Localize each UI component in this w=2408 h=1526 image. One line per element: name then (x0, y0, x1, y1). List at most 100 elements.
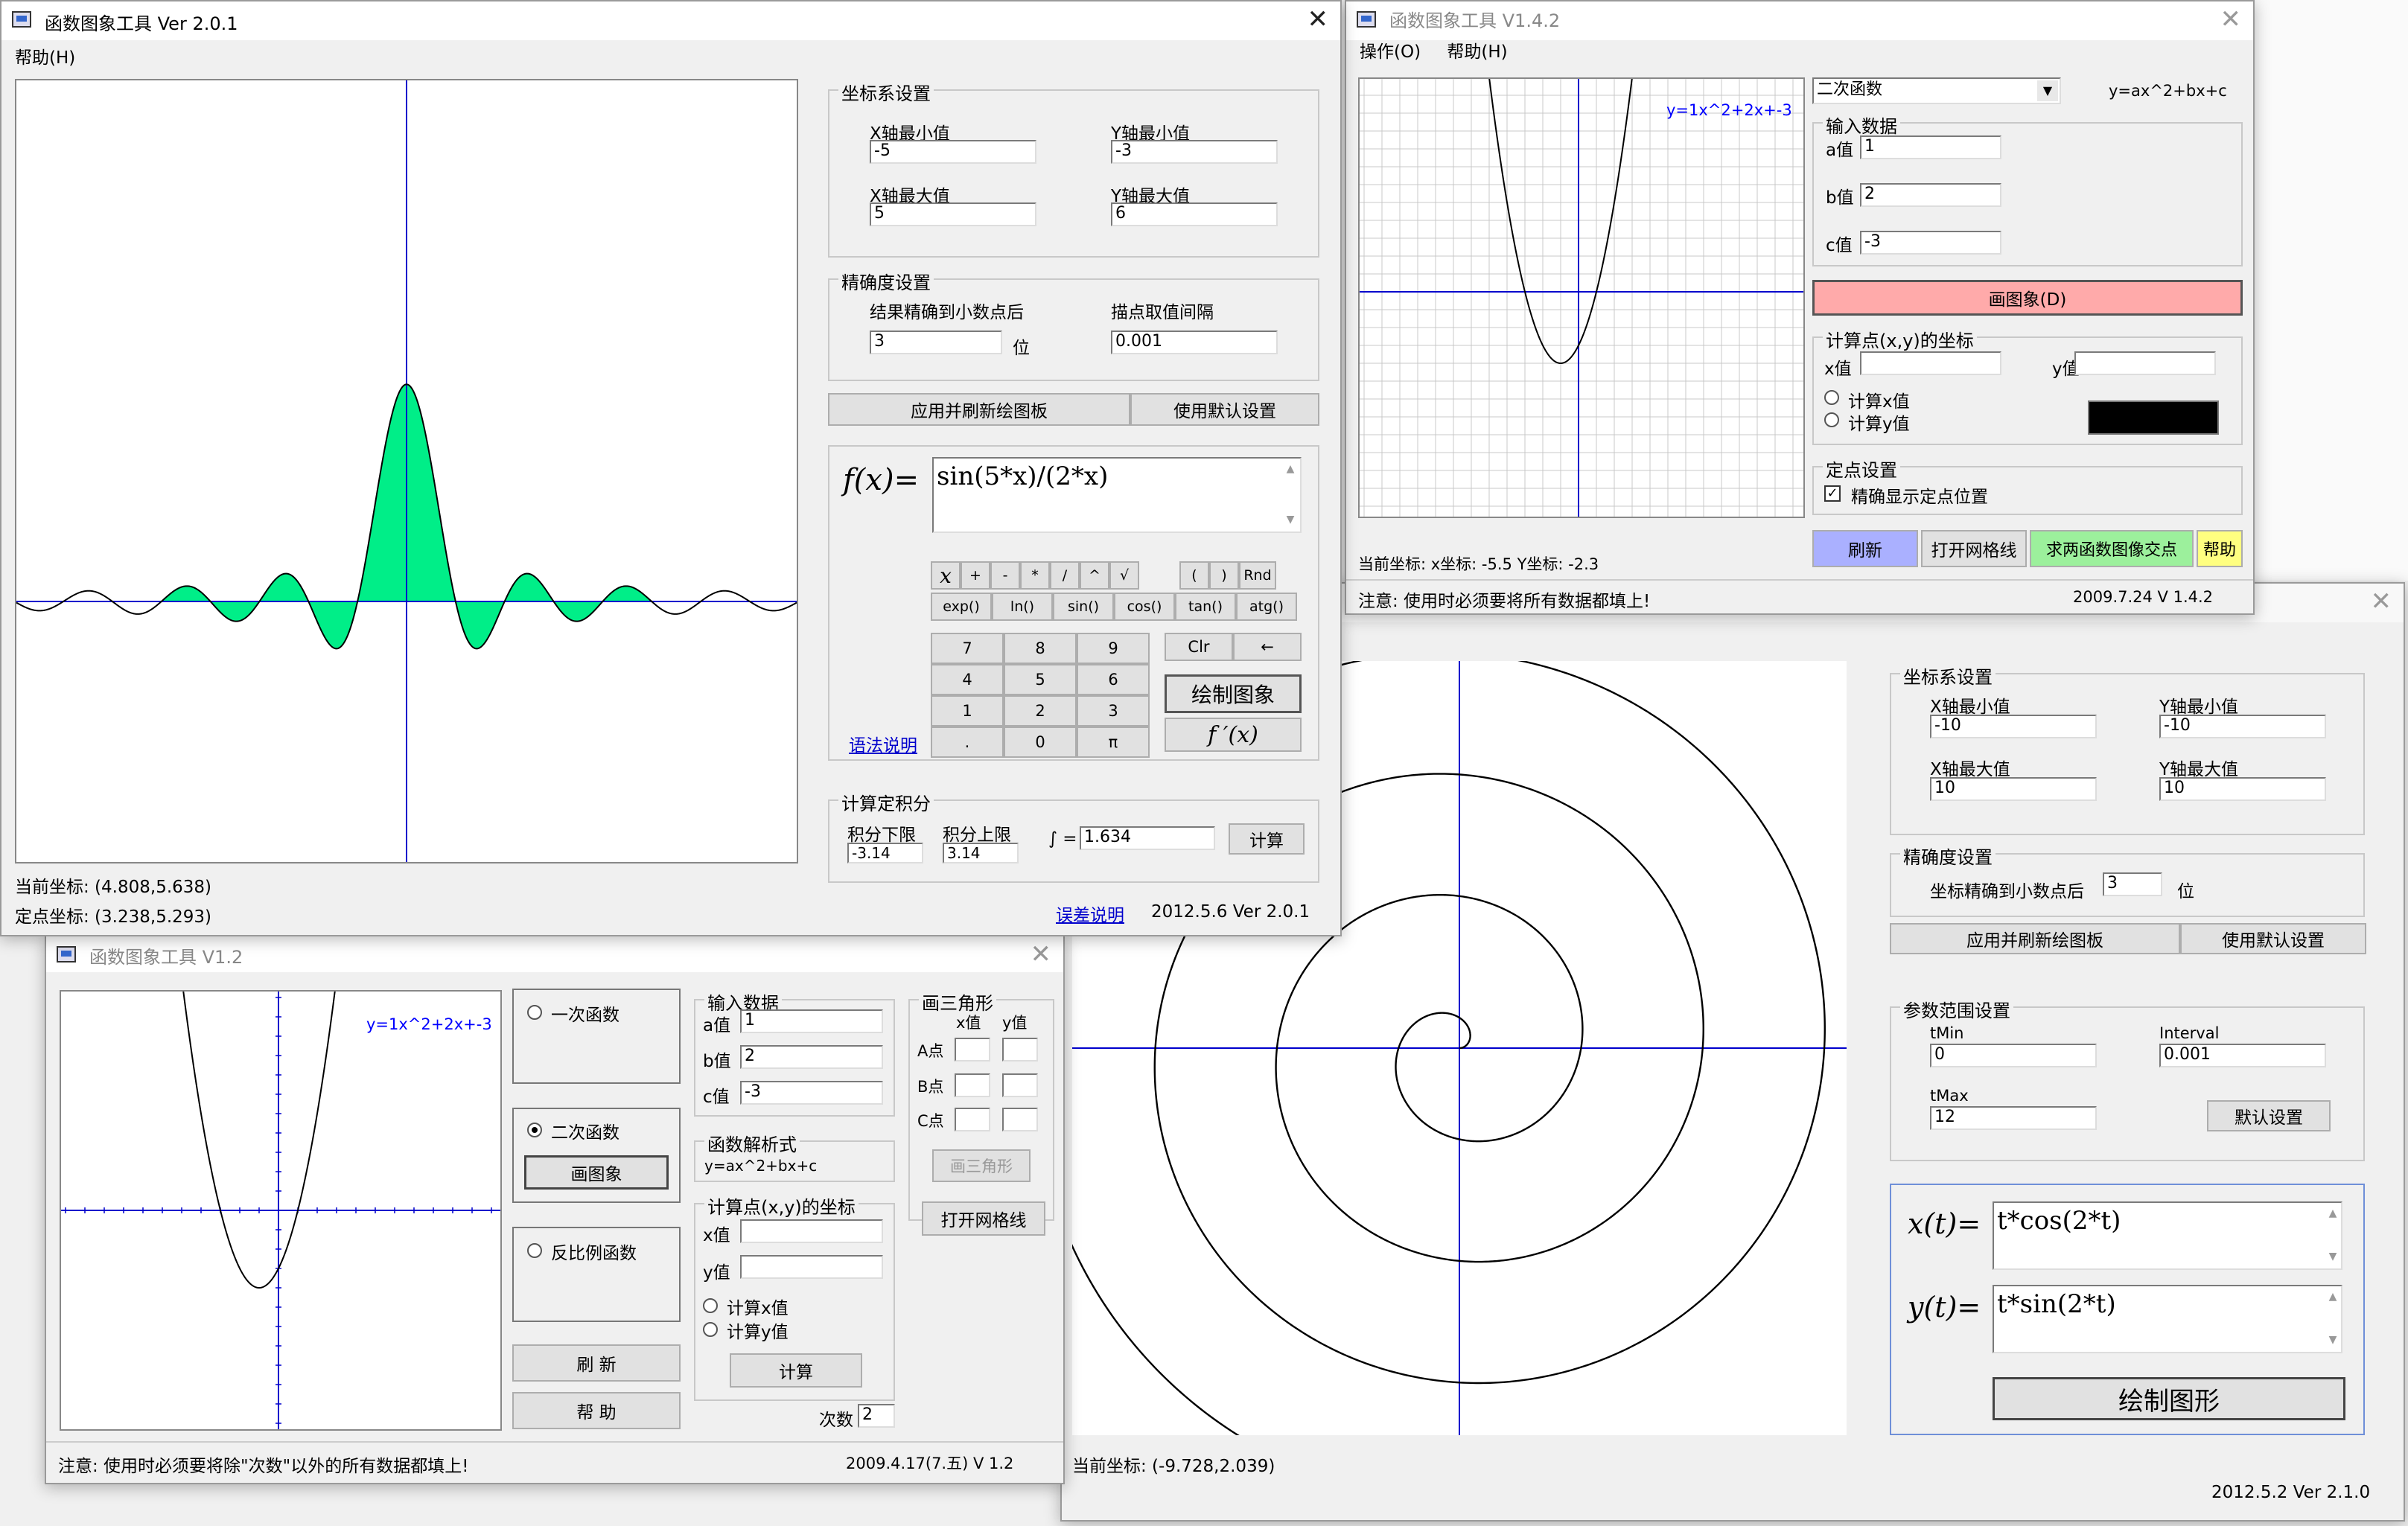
point-c-y-input[interactable] (1002, 1108, 1038, 1131)
tmax-input[interactable]: 12 (1930, 1106, 2097, 1130)
num-key-1[interactable]: 8 (1004, 633, 1077, 664)
lower-limit-input[interactable]: -3.14 (847, 843, 923, 863)
b-input[interactable]: 2 (740, 1045, 883, 1069)
use-default-button[interactable]: 使用默认设置 (1130, 393, 1319, 426)
num-key-9[interactable]: . (931, 727, 1004, 758)
intersect-button[interactable]: 求两函数图像交点 (2030, 530, 2194, 567)
apply-refresh-button[interactable]: 应用并刷新绘图板 (1890, 923, 2180, 954)
key-1[interactable]: + (961, 561, 990, 590)
refresh-button[interactable]: 刷 新 (512, 1344, 681, 1382)
calc-x-radio[interactable] (703, 1298, 718, 1313)
close-icon[interactable]: ✕ (1307, 4, 1329, 34)
close-icon[interactable]: ✕ (2220, 4, 2242, 34)
param-default-button[interactable]: 默认设置 (2207, 1100, 2331, 1131)
calc-y-radio[interactable] (703, 1322, 718, 1337)
draw-graph-button[interactable]: 画图象 (524, 1155, 669, 1190)
graph-area[interactable]: y=1x^2+2x+-3 (45, 977, 512, 1443)
scroll-up-icon[interactable]: ▲ (2325, 1207, 2341, 1219)
graph-area[interactable] (15, 79, 798, 863)
func-key-3[interactable]: cos() (1114, 593, 1175, 621)
func-key-4[interactable]: tan() (1175, 593, 1236, 621)
calculate-button[interactable]: 计算 (730, 1353, 862, 1388)
chevron-down-icon[interactable]: ▼ (2037, 80, 2058, 101)
c-input[interactable]: -3 (740, 1081, 883, 1105)
fx-input[interactable]: sin(5*x)/(2*x) (932, 457, 1302, 533)
precise-checkbox[interactable]: ✓ (1824, 485, 1841, 502)
xt-input[interactable]: t*cos(2*t) (1993, 1201, 2342, 1270)
key-8[interactable]: ) (1209, 561, 1239, 590)
num-key-4[interactable]: 5 (1004, 664, 1077, 695)
close-icon[interactable]: ✕ (1031, 939, 1052, 969)
y-input[interactable] (740, 1255, 883, 1279)
key-3[interactable]: * (1020, 561, 1050, 590)
num-key-6[interactable]: 1 (931, 695, 1004, 727)
y-input[interactable] (2074, 351, 2216, 375)
error-link[interactable]: 误差说明 (1056, 901, 1124, 926)
y-min-input[interactable]: -3 (1111, 140, 1278, 164)
x-input[interactable] (740, 1219, 883, 1243)
key-6[interactable]: √ (1109, 561, 1139, 590)
color-swatch[interactable] (2088, 400, 2219, 435)
linear-radio[interactable] (527, 1005, 542, 1020)
scroll-up-icon[interactable]: ▲ (2325, 1291, 2341, 1303)
num-key-2[interactable]: 9 (1077, 633, 1150, 664)
help-button[interactable]: 帮 助 (512, 1392, 681, 1429)
open-grid-button[interactable]: 打开网格线 (1921, 530, 2027, 567)
key-2[interactable]: - (990, 561, 1020, 590)
point-b-x-input[interactable] (955, 1073, 990, 1097)
draw-graph-button[interactable]: 绘制图象 (1165, 674, 1302, 713)
draw-graph-button[interactable]: 画图象(D) (1812, 280, 2243, 316)
help-button[interactable]: 帮助 (2197, 530, 2243, 567)
derivative-button[interactable]: f ′(x) (1165, 718, 1302, 752)
point-b-y-input[interactable] (1002, 1073, 1038, 1097)
x-input[interactable] (1860, 351, 2001, 375)
scroll-down-icon[interactable]: ▼ (2325, 1334, 2341, 1346)
backspace-key[interactable]: ← (1233, 633, 1302, 661)
calc-y-radio[interactable] (1824, 412, 1839, 427)
num-key-0[interactable]: 7 (931, 633, 1004, 664)
use-default-button[interactable]: 使用默认设置 (2180, 923, 2366, 954)
calculate-button[interactable]: 计算 (1229, 823, 1305, 855)
result-precision-input[interactable]: 3 (870, 331, 1002, 354)
point-a-y-input[interactable] (1002, 1038, 1038, 1062)
func-key-2[interactable]: sin() (1053, 593, 1114, 621)
interval-input[interactable]: 0.001 (2159, 1044, 2326, 1067)
scroll-down-icon[interactable]: ▼ (1282, 514, 1299, 526)
open-grid-button[interactable]: 打开网格线 (922, 1201, 1045, 1236)
key-0[interactable]: x (931, 561, 961, 590)
num-key-5[interactable]: 6 (1077, 664, 1150, 695)
y-max-input[interactable]: 6 (1111, 202, 1278, 226)
precision-input[interactable]: 3 (2103, 872, 2162, 896)
key-9[interactable]: Rnd (1239, 561, 1276, 590)
b-input[interactable]: 2 (1860, 183, 2001, 207)
num-key-8[interactable]: 3 (1077, 695, 1150, 727)
inverse-radio[interactable] (527, 1243, 542, 1258)
scroll-down-icon[interactable]: ▼ (2325, 1251, 2341, 1262)
upper-limit-input[interactable]: 3.14 (943, 843, 1019, 863)
num-key-3[interactable]: 4 (931, 664, 1004, 695)
yt-input[interactable]: t*sin(2*t) (1993, 1285, 2342, 1353)
a-input[interactable]: 1 (1860, 135, 2001, 159)
apply-refresh-button[interactable]: 应用并刷新绘图板 (828, 393, 1130, 426)
refresh-button[interactable]: 刷新 (1812, 530, 1918, 567)
close-icon[interactable]: ✕ (2371, 587, 2392, 616)
draw-triangle-button[interactable]: 画三角形 (932, 1149, 1031, 1182)
tmin-input[interactable]: 0 (1930, 1044, 2097, 1067)
scroll-up-icon[interactable]: ▲ (1282, 463, 1299, 475)
func-key-0[interactable]: exp() (931, 593, 992, 621)
syntax-link[interactable]: 语法说明 (849, 731, 917, 756)
key-7[interactable]: ( (1179, 561, 1209, 590)
graph-area[interactable]: y=1x^2+2x+-3 (1358, 66, 1805, 518)
x-min-input[interactable]: -10 (1930, 715, 2097, 738)
c-input[interactable]: -3 (1860, 231, 2001, 255)
func-key-5[interactable]: atg() (1236, 593, 1297, 621)
clear-key[interactable]: Clr (1165, 633, 1233, 661)
interval-input[interactable]: 0.001 (1111, 331, 1278, 354)
x-max-input[interactable]: 10 (1930, 777, 2097, 801)
menu-help[interactable]: 帮助(H) (1, 40, 89, 71)
point-a-x-input[interactable] (955, 1038, 990, 1062)
y-min-input[interactable]: -10 (2159, 715, 2326, 738)
num-key-11[interactable]: π (1077, 727, 1150, 758)
a-input[interactable]: 1 (740, 1009, 883, 1033)
num-key-7[interactable]: 2 (1004, 695, 1077, 727)
